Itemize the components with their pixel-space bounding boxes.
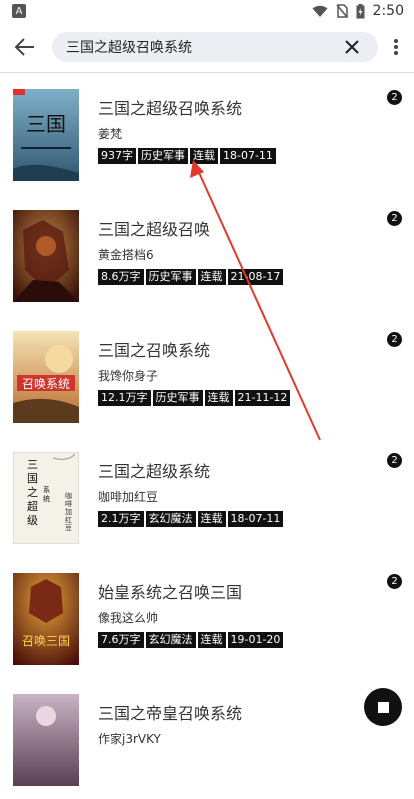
book-cover: 三国之超级 系统 咖啡加红豆 — [13, 452, 79, 544]
word-count-tag: 7.6万字 — [98, 632, 144, 648]
book-title: 三国之超级召唤系统 — [98, 99, 243, 118]
genre-tag: 历史军事 — [138, 148, 188, 164]
date-tag: 18-07-11 — [220, 148, 276, 164]
status-tag: 连载 — [190, 148, 218, 164]
word-count-tag: 2.1万字 — [98, 511, 144, 527]
book-tags: 2.1万字 玄幻魔法 连载 18-07-11 — [98, 511, 284, 527]
book-item[interactable]: 召唤三国 始皇系统之召唤三国 像我这么帅 7.6万字 玄幻魔法 连载 19-01… — [0, 557, 414, 678]
book-tags: 8.6万字 历史军事 连载 21-08-17 — [98, 269, 284, 285]
cover-title-text: 召唤三国 — [22, 634, 70, 648]
book-cover — [13, 210, 79, 302]
cover-title-text: 三国之超级 — [27, 458, 38, 527]
date-tag: 18-07-11 — [227, 511, 284, 527]
status-tag: 连载 — [204, 390, 233, 406]
book-tags: 12.1万字 历史军事 连载 21-11-12 — [98, 390, 291, 406]
battery-icon — [356, 3, 365, 18]
more-dot-icon — [394, 39, 398, 43]
book-title: 三国之超级系统 — [98, 462, 211, 481]
book-tags: 937字 历史军事 连载 18-07-11 — [98, 148, 276, 164]
status-bar: A 2:50 — [0, 0, 414, 22]
wifi-icon — [312, 5, 328, 17]
arrow-left-icon — [14, 38, 34, 56]
no-sim-icon — [335, 4, 348, 18]
book-item[interactable]: 召唤系统 三国之召唤系统 我馋你身子 12.1万字 历史军事 连载 21-11-… — [0, 315, 414, 436]
status-tag: 连载 — [197, 511, 226, 527]
book-author: 像我这么帅 — [98, 611, 159, 625]
cover-author-text: 咖啡加红豆 — [65, 491, 72, 532]
search-toolbar: 三国之超级召唤系统 — [0, 26, 414, 68]
book-cover: 三国 — [13, 89, 79, 181]
book-item[interactable]: 三国之帝皇召唤系统 作家j3rVKY — [0, 678, 414, 799]
source-count-badge: 2 — [387, 332, 402, 347]
stop-search-button[interactable] — [364, 688, 402, 726]
book-author: 作家j3rVKY — [98, 732, 161, 746]
book-list: 三国 三国之超级召唤系统 姜梵 937字 历史军事 连载 18-07-11 2 … — [0, 73, 414, 799]
book-author: 姜梵 — [98, 127, 123, 141]
word-count-tag: 937字 — [98, 148, 136, 164]
genre-tag: 历史军事 — [145, 269, 196, 285]
more-dot-icon — [394, 51, 398, 55]
book-title: 三国之超级召唤 — [98, 220, 211, 239]
word-count-tag: 8.6万字 — [98, 269, 144, 285]
book-item[interactable]: 三国 三国之超级召唤系统 姜梵 937字 历史军事 连载 18-07-11 2 — [0, 73, 414, 194]
cover-title-text: 三国 — [26, 112, 66, 136]
status-tag: 连载 — [197, 632, 226, 648]
status-right: 2:50 — [312, 3, 404, 19]
clear-search-button[interactable] — [340, 35, 364, 59]
book-title: 始皇系统之召唤三国 — [98, 583, 243, 602]
genre-tag: 玄幻魔法 — [145, 632, 196, 648]
more-options-button[interactable] — [388, 36, 404, 58]
book-item[interactable]: 三国之超级召唤 黄金搭档6 8.6万字 历史军事 连载 21-08-17 2 — [0, 194, 414, 315]
genre-tag: 历史军事 — [152, 390, 203, 406]
word-count-tag: 12.1万字 — [98, 390, 151, 406]
book-item[interactable]: 三国之超级 系统 咖啡加红豆 三国之超级系统 咖啡加红豆 2.1万字 玄幻魔法 … — [0, 436, 414, 557]
book-tags: 7.6万字 玄幻魔法 连载 19-01-20 — [98, 632, 284, 648]
close-icon — [345, 40, 359, 54]
book-author: 黄金搭档6 — [98, 248, 154, 262]
book-cover: 召唤三国 — [13, 573, 79, 665]
book-author: 我馋你身子 — [98, 369, 159, 383]
source-count-badge: 2 — [387, 574, 402, 589]
cover-title-text: 召唤系统 — [22, 377, 70, 391]
status-tag: 连载 — [197, 269, 226, 285]
date-tag: 21-11-12 — [234, 390, 291, 406]
book-title: 三国之召唤系统 — [98, 341, 211, 360]
source-count-badge: 2 — [387, 453, 402, 468]
source-count-badge: 2 — [387, 211, 402, 226]
book-cover — [13, 694, 79, 786]
status-time: 2:50 — [372, 3, 404, 19]
back-button[interactable] — [14, 37, 36, 57]
book-author: 咖啡加红豆 — [98, 490, 159, 504]
search-input[interactable]: 三国之超级召唤系统 — [66, 37, 340, 57]
search-field[interactable]: 三国之超级召唤系统 — [52, 32, 378, 62]
more-dot-icon — [394, 45, 398, 49]
book-title: 三国之帝皇召唤系统 — [98, 704, 243, 723]
genre-tag: 玄幻魔法 — [145, 511, 196, 527]
status-left: A — [12, 4, 26, 18]
date-tag: 19-01-20 — [227, 632, 284, 648]
book-cover: 召唤系统 — [13, 331, 79, 423]
stop-icon — [377, 701, 389, 713]
app-notification-icon: A — [12, 4, 26, 18]
source-count-badge: 2 — [387, 90, 402, 105]
date-tag: 21-08-17 — [227, 269, 284, 285]
